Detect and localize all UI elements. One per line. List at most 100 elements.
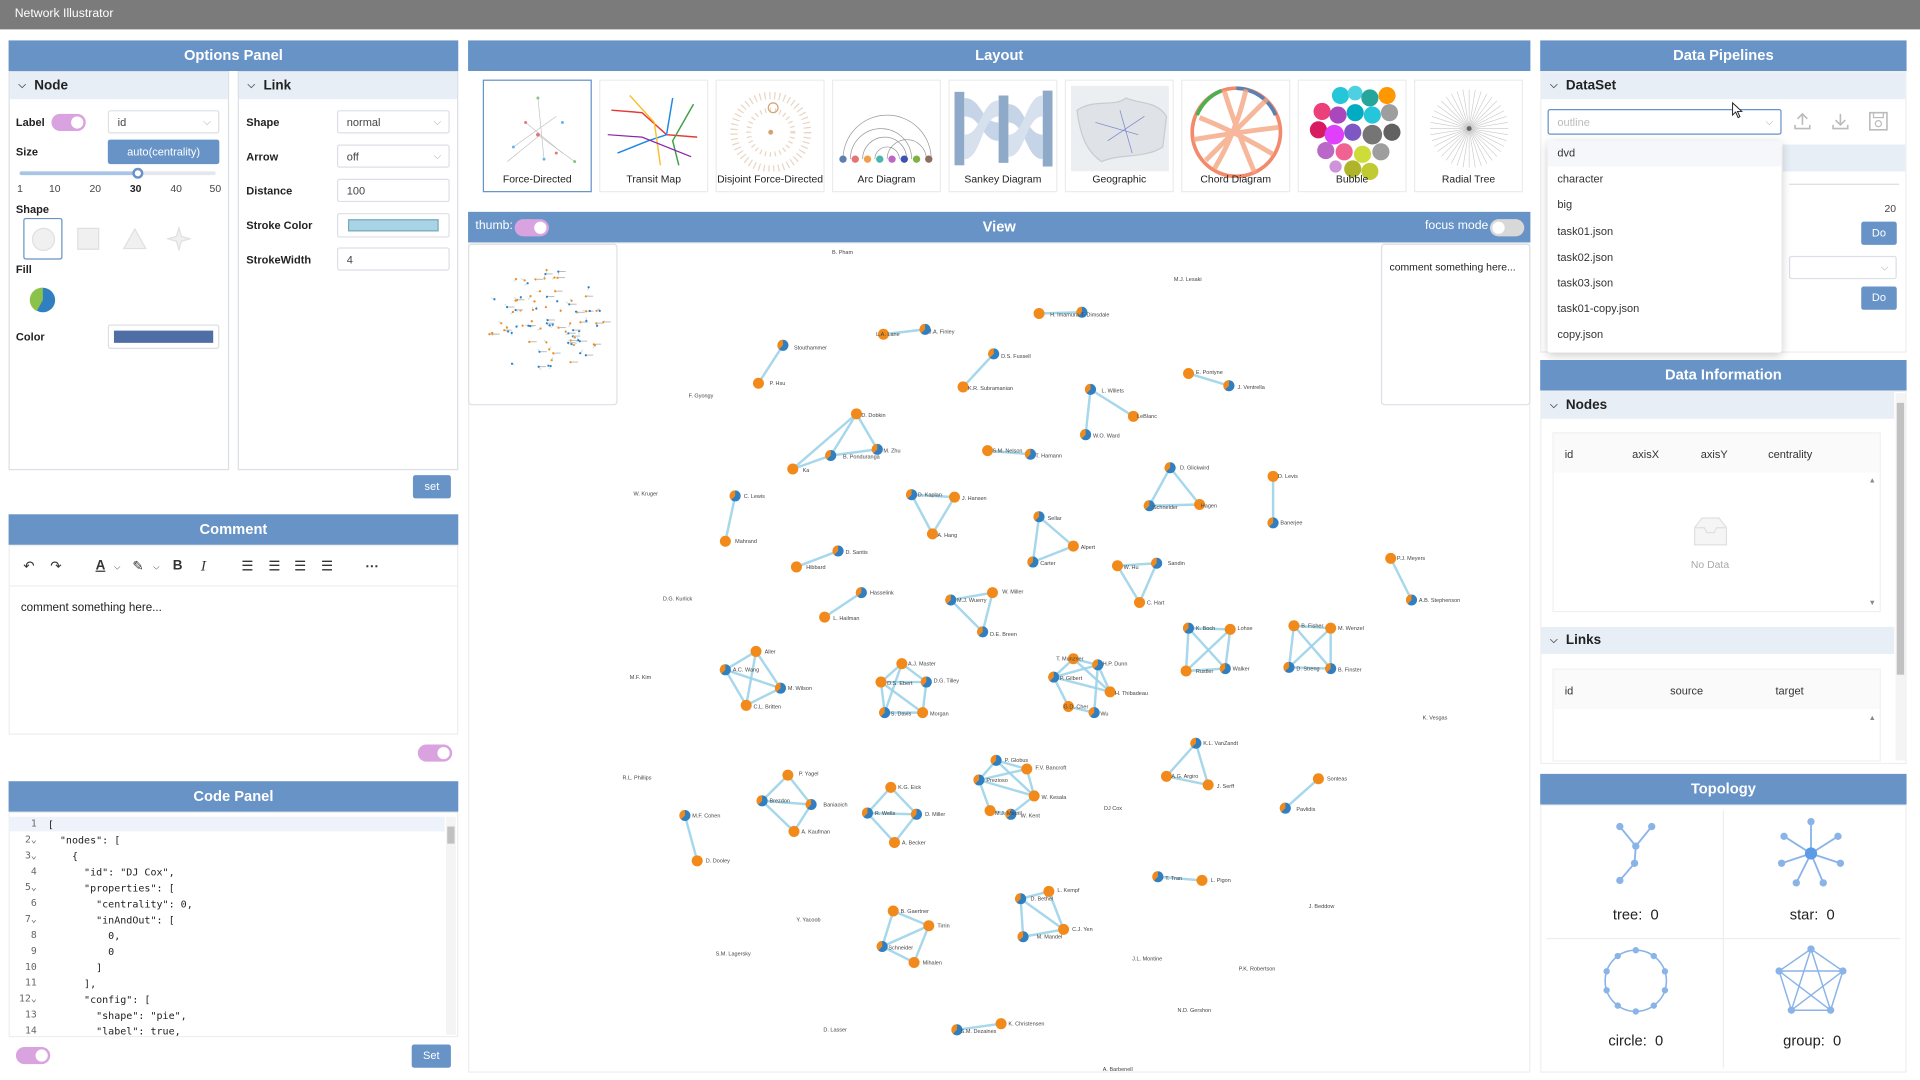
node-section-header[interactable]: ⌵ Node — [9, 72, 228, 100]
link-stroke-color-picker[interactable] — [336, 213, 450, 238]
scroll-down-icon[interactable]: ▼ — [1869, 600, 1876, 607]
network-link[interactable] — [1032, 544, 1074, 564]
network-link[interactable] — [931, 496, 956, 535]
network-node[interactable] — [888, 836, 900, 848]
star-topology-icon[interactable] — [1774, 817, 1848, 890]
links-col-target[interactable]: target — [1775, 684, 1803, 696]
nodes-col-id[interactable]: id — [1565, 448, 1574, 460]
network-node[interactable] — [957, 381, 969, 393]
link-shape-select[interactable]: normal ⌵ — [336, 110, 450, 134]
dropdown-option-task01[interactable]: task01.json — [1548, 219, 1782, 245]
network-node[interactable] — [782, 769, 794, 781]
network-node[interactable] — [1312, 773, 1324, 785]
node-color-picker[interactable] — [107, 324, 220, 349]
links-col-source[interactable]: source — [1670, 684, 1703, 696]
network-node[interactable] — [995, 1018, 1007, 1030]
chevron-down-icon[interactable]: ⌵ — [153, 563, 160, 573]
nodes-col-axisy[interactable]: axisY — [1701, 448, 1728, 460]
network-node[interactable] — [984, 805, 996, 817]
network-node[interactable] — [1058, 923, 1070, 935]
layout-radial-tree[interactable]: Radial Tree — [1413, 79, 1524, 193]
upload-icon[interactable] — [1791, 110, 1813, 132]
link-distance-input[interactable]: 100 — [336, 178, 450, 203]
network-link[interactable] — [855, 413, 879, 451]
network-node[interactable] — [1385, 552, 1397, 564]
size-slider-handle[interactable] — [132, 167, 144, 179]
layout-transit-map[interactable]: Transit Map — [599, 79, 709, 193]
node-label-toggle[interactable] — [51, 113, 86, 132]
code-scrollbar[interactable] — [446, 816, 456, 1035]
layout-disjoint-force-directed[interactable]: Disjoint Force-Directed — [715, 79, 825, 193]
link-arrow-select[interactable]: off ⌵ — [336, 144, 450, 168]
links-section-header[interactable]: ⌵ Links — [1541, 626, 1895, 654]
network-node[interactable] — [1183, 367, 1195, 379]
network-link[interactable] — [761, 799, 795, 833]
download-icon[interactable] — [1829, 110, 1851, 132]
link-stroke-width-input[interactable]: 4 — [336, 247, 450, 271]
options-set-button[interactable]: set — [412, 475, 451, 499]
dropdown-option-copy[interactable]: copy.json — [1548, 322, 1782, 348]
network-node[interactable] — [1160, 770, 1172, 782]
network-node[interactable] — [896, 658, 908, 670]
layout-sankey-diagram[interactable]: Sankey Diagram — [948, 79, 1058, 193]
shape-circle-option[interactable] — [23, 217, 63, 260]
network-node[interactable] — [885, 781, 897, 793]
pipeline-do-button-2[interactable]: Do — [1861, 286, 1897, 310]
dataset-section-header[interactable]: ⌵ DataSet — [1541, 72, 1906, 100]
network-link[interactable] — [1389, 557, 1413, 601]
network-link[interactable] — [1284, 777, 1320, 810]
dropdown-option-task02[interactable]: task02.json — [1548, 245, 1782, 271]
nodes-col-axisx[interactable]: axisX — [1632, 448, 1659, 460]
network-link[interactable] — [1031, 516, 1041, 563]
network-link[interactable] — [949, 599, 984, 633]
italic-icon[interactable]: I — [201, 558, 206, 574]
network-node[interactable] — [719, 535, 731, 547]
highlight-icon[interactable]: ✎ — [132, 558, 143, 575]
network-link[interactable] — [1148, 467, 1172, 507]
triangle-shape-icon[interactable] — [122, 227, 148, 251]
network-link[interactable] — [745, 687, 782, 707]
network-node[interactable] — [850, 408, 862, 420]
network-node[interactable] — [1288, 620, 1300, 632]
code-toggle[interactable] — [15, 1046, 51, 1065]
network-link[interactable] — [829, 413, 858, 457]
dropdown-option-task03[interactable]: task03.json — [1548, 271, 1782, 297]
redo-icon[interactable]: ↷ — [50, 558, 61, 575]
network-link[interactable] — [683, 815, 699, 862]
network-link[interactable] — [1224, 629, 1232, 669]
network-graph[interactable]: B. Pham M.J. Lesaki H. Imamura T. Dimsdale L… — [468, 242, 1530, 1073]
network-link[interactable] — [724, 495, 737, 542]
network-node[interactable] — [1224, 623, 1236, 635]
network-link[interactable] — [910, 494, 934, 535]
code-set-button[interactable]: Set — [411, 1044, 451, 1068]
network-node[interactable] — [923, 920, 935, 932]
justify-icon[interactable]: ☰ — [321, 558, 333, 575]
dropdown-option-dvd[interactable]: dvd — [1547, 140, 1782, 167]
network-node[interactable] — [1028, 790, 1040, 802]
align-left-icon[interactable]: ☰ — [241, 558, 253, 575]
dataset-select[interactable]: outline ⌵ — [1547, 108, 1782, 135]
comment-toggle[interactable] — [417, 744, 453, 762]
network-node[interactable] — [1111, 560, 1123, 572]
square-shape-icon[interactable] — [77, 227, 100, 250]
network-link[interactable] — [866, 812, 896, 844]
layout-bubble[interactable]: Bubble — [1297, 79, 1407, 193]
links-col-id[interactable]: id — [1565, 684, 1574, 696]
pipeline-do-button-1[interactable]: Do — [1861, 221, 1897, 245]
network-node[interactable] — [787, 463, 799, 475]
network-node[interactable] — [982, 445, 994, 457]
undo-icon[interactable]: ↶ — [23, 558, 34, 575]
scroll-up-icon[interactable]: ▲ — [1869, 478, 1876, 485]
more-icon[interactable]: ⋯ — [365, 558, 378, 575]
nodes-section-header[interactable]: ⌵ Nodes — [1541, 391, 1895, 419]
pie-fill-icon[interactable] — [29, 287, 56, 314]
comment-text[interactable]: comment something here... — [21, 601, 162, 614]
network-node[interactable] — [750, 645, 762, 657]
network-link[interactable] — [754, 650, 782, 689]
network-link[interactable] — [1169, 466, 1201, 506]
network-node[interactable] — [908, 956, 920, 968]
network-link[interactable] — [962, 353, 995, 388]
tree-topology-icon[interactable] — [1608, 817, 1664, 890]
network-link[interactable] — [792, 454, 832, 471]
dropdown-option-character[interactable]: character — [1548, 167, 1782, 193]
